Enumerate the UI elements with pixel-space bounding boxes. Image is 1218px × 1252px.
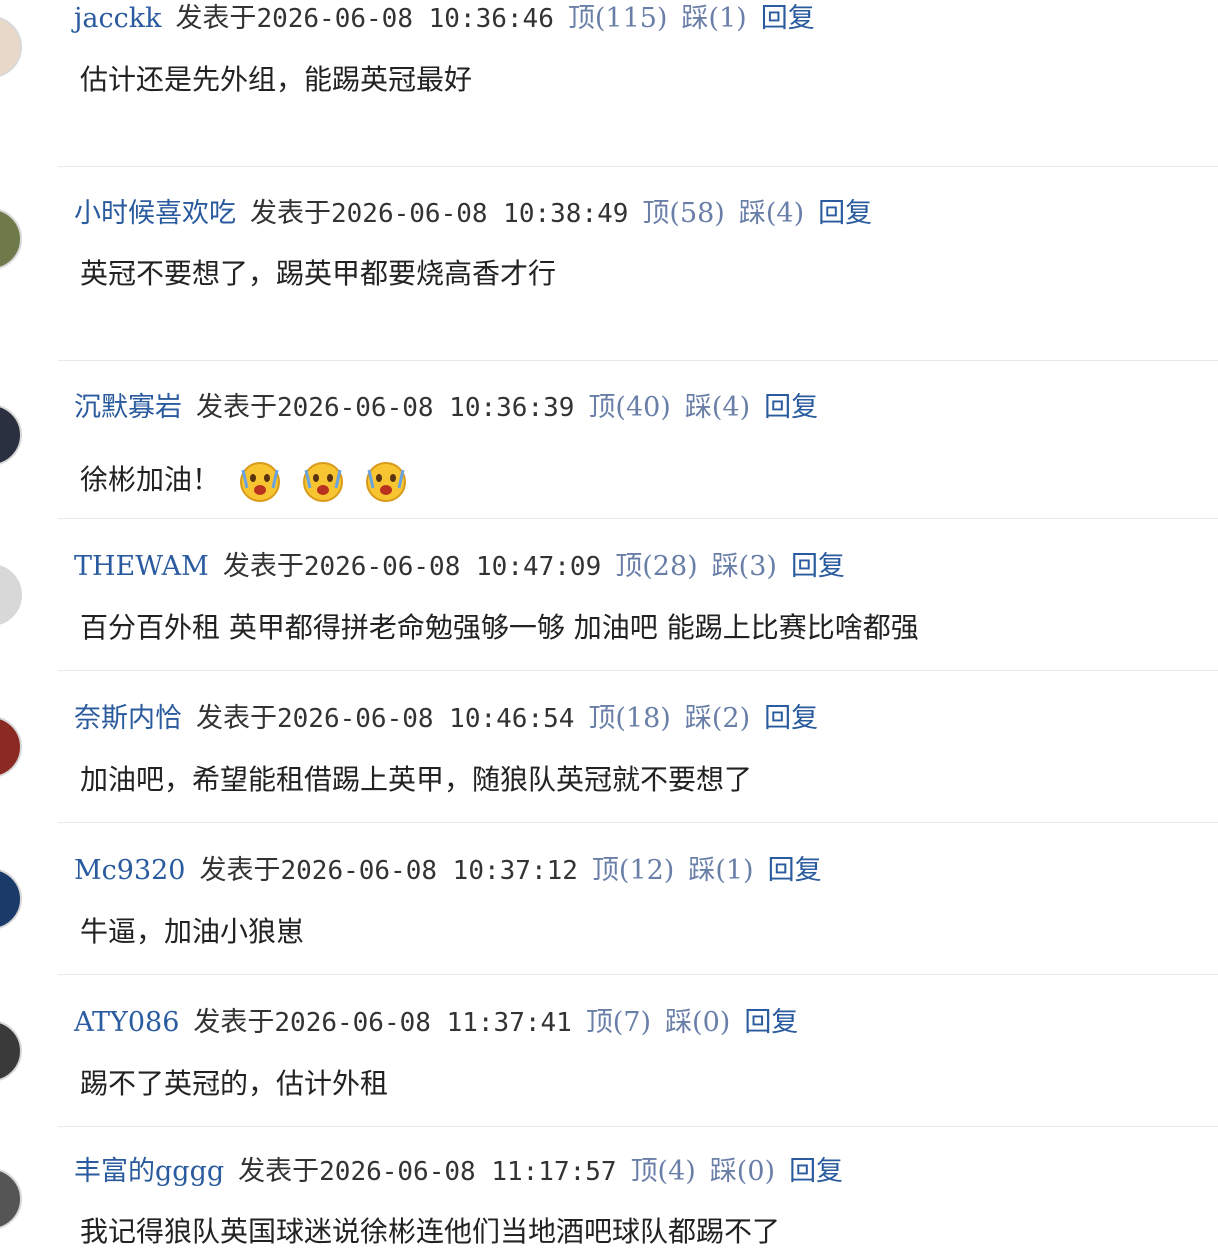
timestamp: 2026-06-08 10:36:46 (256, 4, 554, 34)
upvote-button[interactable]: 顶(28) (615, 551, 697, 582)
username-link[interactable]: ATY086 (74, 1007, 179, 1038)
comment-meta: 沉默寡岩 发表于2026-06-08 10:36:39 顶(40) 踩(4) 回复 (74, 391, 832, 425)
comment-text: 估计还是先外组，能踢英冠最好 (80, 63, 473, 96)
username-link[interactable]: jacckk (74, 3, 161, 34)
posted-label: 发表于 (175, 3, 257, 34)
avatar[interactable] (0, 564, 22, 626)
avatar[interactable] (0, 868, 22, 930)
divider (58, 166, 1218, 167)
comment-text: 加油吧，希望能租借踢上英甲，随狼队英冠就不要想了 (80, 763, 753, 796)
surprised-face-emoji (302, 462, 343, 502)
comment-text: 我记得狼队英国球迷说徐彬连他们当地酒吧球队都踢不了 (80, 1215, 781, 1248)
timestamp: 2026-06-08 10:46:54 (277, 704, 575, 734)
comment-meta: 奈斯内恰 发表于2026-06-08 10:46:54 顶(18) 踩(2) 回复 (74, 702, 832, 736)
downvote-button[interactable]: 踩(1) (688, 855, 753, 886)
surprised-face-emoji (365, 462, 406, 502)
reply-button[interactable]: 回复 (768, 855, 822, 886)
comment-meta: 丰富的gggg 发表于2026-06-08 11:17:57 顶(4) 踩(0) 回复 (74, 1155, 857, 1189)
downvote-button[interactable]: 踩(1) (681, 3, 746, 34)
username-link[interactable]: THEWAM (74, 551, 209, 582)
reply-button[interactable]: 回复 (791, 551, 845, 582)
comment-text-content: 徐彬加油！ (80, 463, 221, 496)
reply-button[interactable]: 回复 (789, 1156, 843, 1187)
timestamp: 2026-06-08 10:47:09 (303, 552, 602, 582)
comment-meta: ATY086 发表于2026-06-08 11:37:41 顶(7) 踩(0) 回复 (74, 1006, 812, 1040)
divider (58, 670, 1218, 671)
reply-button[interactable]: 回复 (764, 703, 818, 734)
username-link[interactable]: 奈斯内恰 (74, 703, 182, 734)
username-link[interactable]: 沉默寡岩 (74, 392, 182, 423)
username-link[interactable]: Mc9320 (74, 855, 185, 886)
comment-meta: THEWAM 发表于2026-06-08 10:47:09 顶(28) 踩(3) 回复 (74, 550, 859, 584)
avatar[interactable] (0, 404, 22, 466)
timestamp: 2026-06-08 10:36:39 (277, 393, 575, 423)
avatar[interactable] (0, 716, 22, 778)
avatar[interactable] (0, 16, 22, 78)
divider (58, 974, 1218, 975)
comment-meta: jacckk 发表于2026-06-08 10:36:46 顶(115) 踩(1) 回复 (74, 2, 829, 36)
comment-text: 英冠不要想了，踢英甲都要烧高香才行 (80, 257, 557, 290)
comment-text: 牛逼，加油小狼崽 (80, 915, 305, 948)
posted-label: 发表于 (196, 703, 277, 734)
username-link[interactable]: 小时候喜欢吃 (74, 198, 236, 229)
reply-button[interactable]: 回复 (744, 1007, 798, 1038)
upvote-button[interactable]: 顶(7) (586, 1007, 651, 1038)
divider (58, 822, 1218, 823)
divider (58, 518, 1218, 519)
comment-text: 踢不了英冠的，估计外租 (80, 1067, 389, 1100)
timestamp: 2026-06-08 11:17:57 (319, 1157, 617, 1187)
upvote-button[interactable]: 顶(4) (631, 1156, 696, 1187)
upvote-button[interactable]: 顶(115) (568, 3, 668, 34)
timestamp: 2026-06-08 10:38:49 (331, 199, 629, 229)
avatar[interactable] (0, 1020, 22, 1082)
reply-button[interactable]: 回复 (764, 392, 818, 423)
divider (58, 360, 1218, 361)
posted-label: 发表于 (250, 198, 331, 229)
downvote-button[interactable]: 踩(0) (665, 1007, 730, 1038)
reply-button[interactable]: 回复 (761, 3, 815, 34)
upvote-button[interactable]: 顶(18) (588, 703, 670, 734)
avatar[interactable] (0, 1168, 22, 1230)
timestamp: 2026-06-08 10:37:12 (280, 856, 578, 886)
comment-text: 徐彬加油！ (80, 458, 409, 504)
avatar[interactable] (0, 208, 22, 270)
posted-label: 发表于 (222, 551, 304, 582)
comment-meta: 小时候喜欢吃 发表于2026-06-08 10:38:49 顶(58) 踩(4) 回复 (74, 197, 886, 231)
upvote-button[interactable]: 顶(40) (588, 392, 670, 423)
surprised-face-emoji (239, 462, 280, 502)
comment-meta: Mc9320 发表于2026-06-08 10:37:12 顶(12) 踩(1) 回复 (74, 854, 836, 888)
divider (58, 1126, 1218, 1127)
downvote-button[interactable]: 踩(0) (710, 1156, 775, 1187)
username-link[interactable]: 丰富的gggg (74, 1156, 224, 1187)
downvote-button[interactable]: 踩(2) (685, 703, 750, 734)
upvote-button[interactable]: 顶(58) (642, 198, 724, 229)
downvote-button[interactable]: 踩(4) (685, 392, 750, 423)
posted-label: 发表于 (199, 855, 281, 886)
downvote-button[interactable]: 踩(4) (739, 198, 804, 229)
posted-label: 发表于 (193, 1007, 275, 1038)
posted-label: 发表于 (196, 392, 277, 423)
comment-text: 百分百外租 英甲都得拼老命勉强够一够 加油吧 能踢上比赛比啥都强 (80, 611, 919, 644)
reply-button[interactable]: 回复 (818, 198, 872, 229)
upvote-button[interactable]: 顶(12) (592, 855, 674, 886)
posted-label: 发表于 (238, 1156, 320, 1187)
downvote-button[interactable]: 踩(3) (712, 551, 777, 582)
timestamp: 2026-06-08 11:37:41 (274, 1008, 572, 1038)
